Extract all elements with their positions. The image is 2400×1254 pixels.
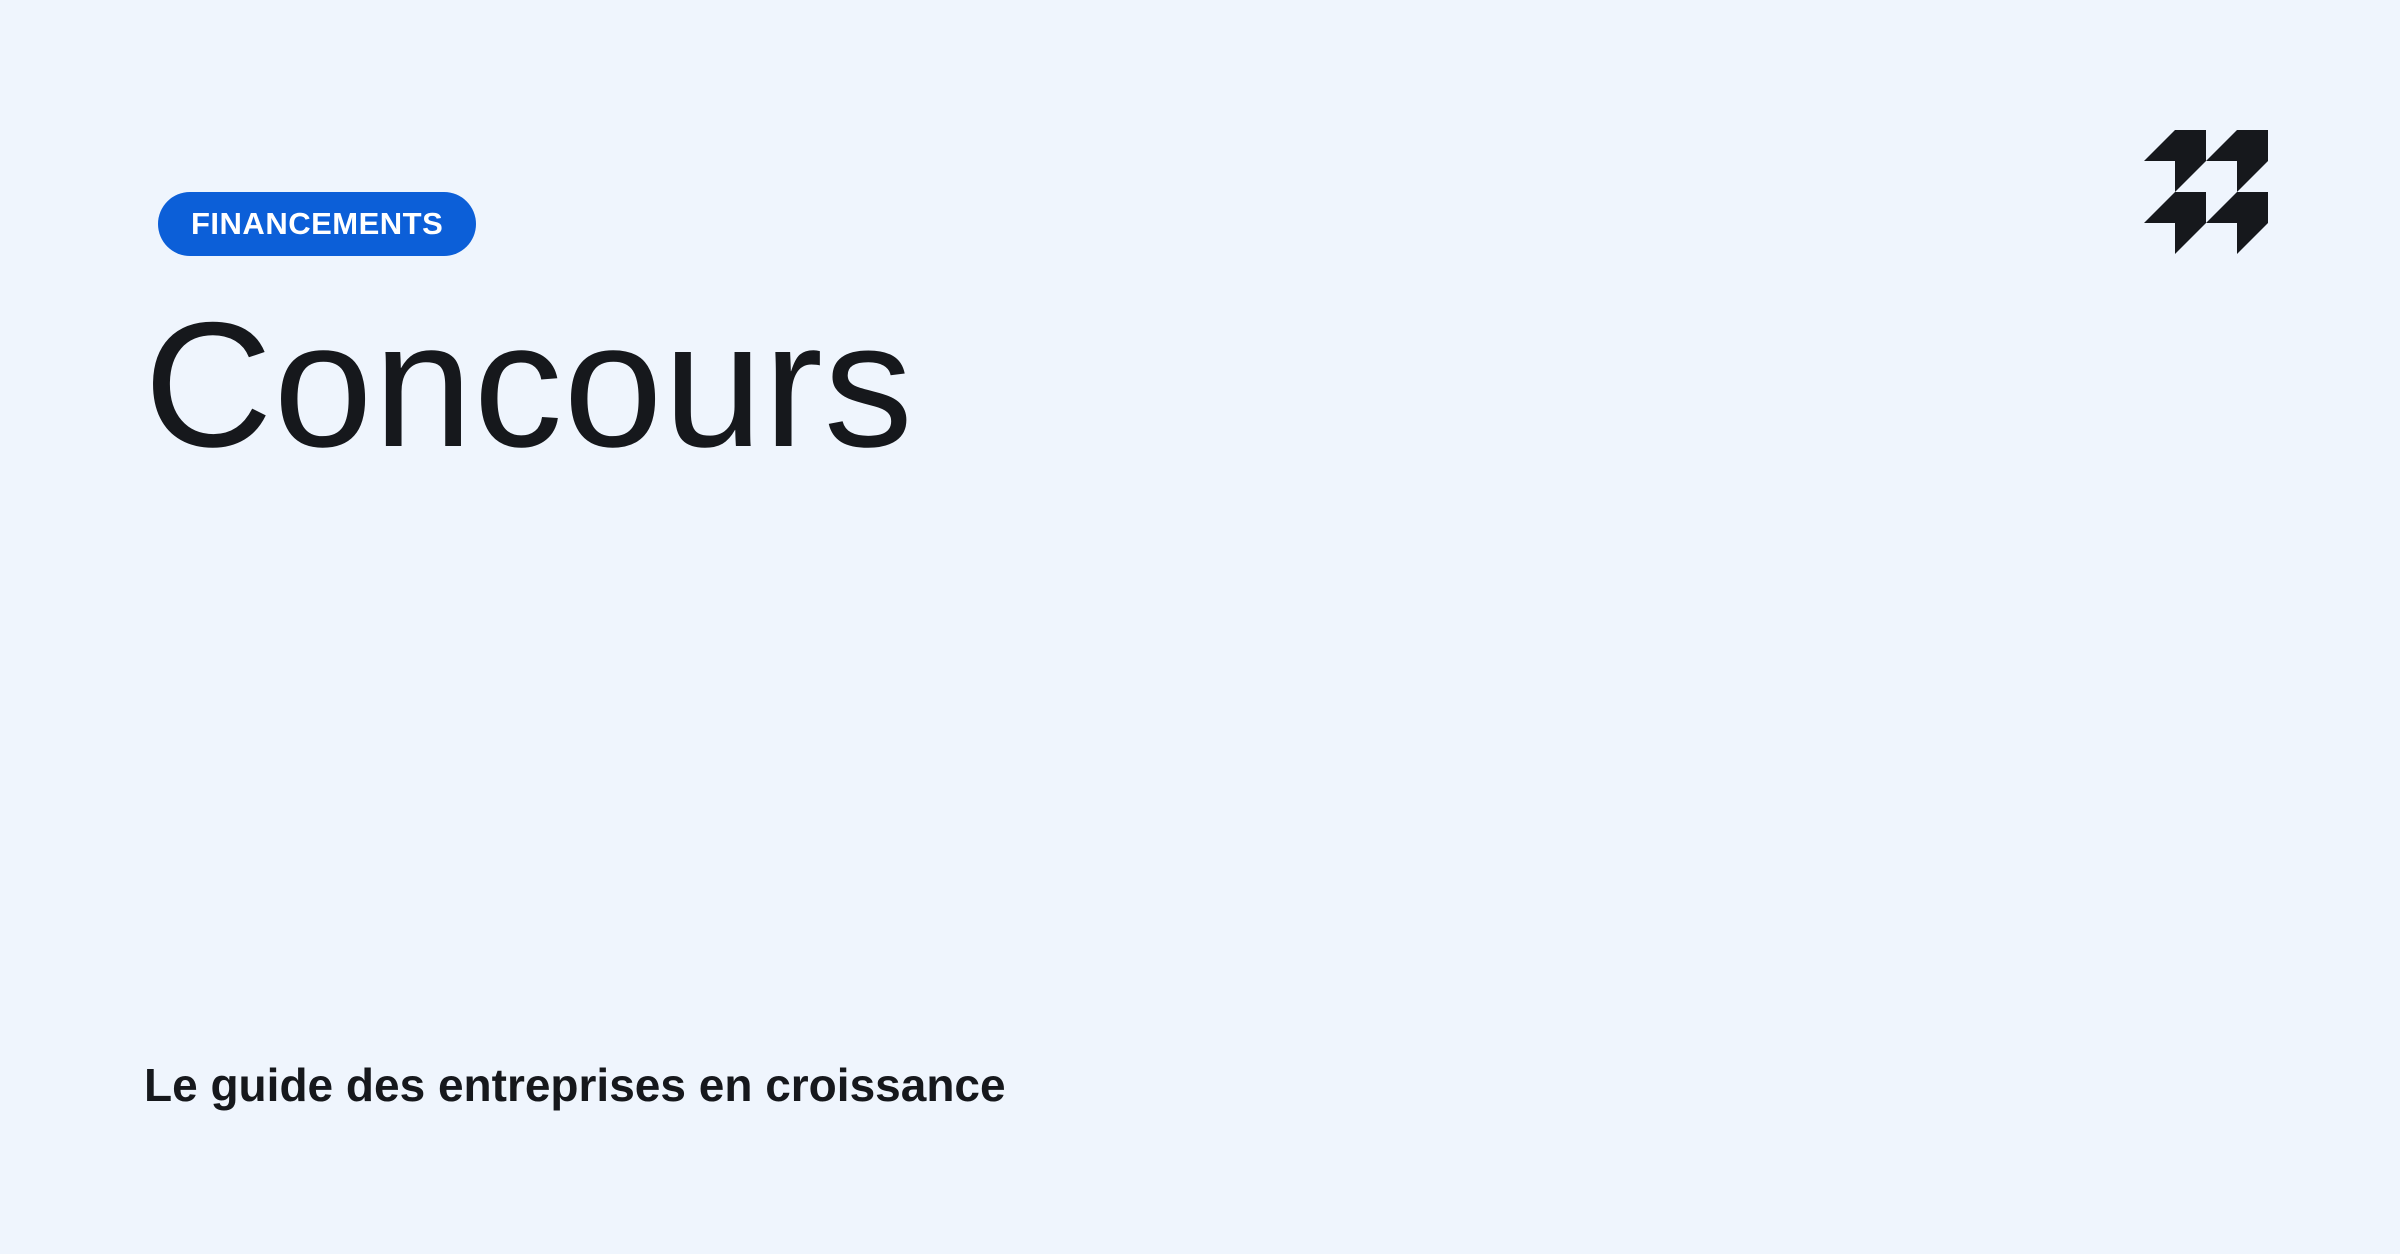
hero-canvas: FINANCEMENTS Concours Le guide des entre…	[0, 0, 2400, 1254]
tagline: Le guide des entreprises en croissance	[144, 1059, 1006, 1111]
brand-logo-icon	[2144, 130, 2268, 256]
page-title: Concours	[144, 285, 914, 484]
category-badge[interactable]: FINANCEMENTS	[158, 192, 477, 256]
category-badge-label: FINANCEMENTS	[191, 206, 444, 241]
logo-shape	[2144, 130, 2268, 254]
